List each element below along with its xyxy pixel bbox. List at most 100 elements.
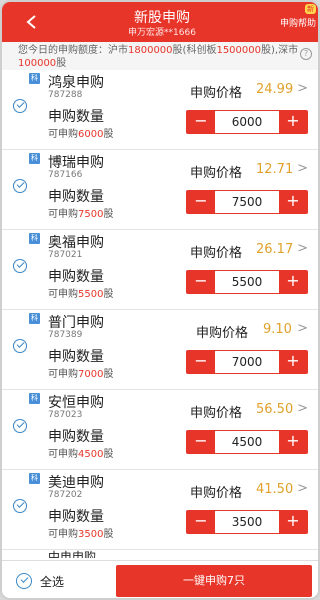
decrease-button[interactable]: −: [187, 511, 215, 533]
chevron-right-icon[interactable]: >: [297, 481, 308, 496]
quantity-stepper: − 3500 +: [186, 510, 308, 534]
decrease-button[interactable]: −: [187, 351, 215, 373]
sz-quota: 100000: [18, 58, 57, 69]
decrease-button[interactable]: −: [187, 431, 215, 453]
quota-text: 股),深市: [261, 45, 299, 56]
stock-name: 鸿泉申购: [48, 75, 104, 91]
avail-prefix: 可申购: [48, 529, 78, 540]
select-all-label[interactable]: 全选: [40, 573, 64, 590]
qty-label: 申购数量: [48, 509, 104, 525]
quantity-input[interactable]: 4500: [215, 431, 279, 453]
stock-name: 中电申购: [48, 550, 97, 558]
avail-prefix: 可申购: [48, 129, 78, 140]
one-click-subscribe-button[interactable]: 一键申购7只: [116, 565, 312, 597]
ipo-item-partial: 中电申购: [2, 550, 318, 560]
chevron-right-icon[interactable]: >: [297, 401, 308, 416]
qty-label: 申购数量: [48, 429, 104, 445]
stock-code: 787389: [48, 330, 83, 340]
stock-code: 787288: [48, 90, 83, 100]
price-value: 56.50: [256, 402, 294, 417]
avail-value: 7000: [78, 369, 104, 380]
avail-value: 3500: [78, 529, 104, 540]
stock-name: 美迪申购: [48, 475, 104, 491]
quantity-input[interactable]: 5500: [215, 271, 279, 293]
select-all-check-icon[interactable]: [16, 573, 32, 589]
available-qty: 可申购5500股: [48, 285, 113, 300]
item-checkbox-icon[interactable]: [13, 179, 27, 193]
chevron-right-icon[interactable]: >: [297, 161, 308, 176]
quantity-input[interactable]: 7000: [215, 351, 279, 373]
available-qty: 可申购7500股: [48, 205, 113, 220]
item-checkbox-icon[interactable]: [13, 339, 27, 353]
avail-value: 6000: [78, 129, 104, 140]
stock-name: 普门申购: [48, 315, 104, 331]
market-tag-icon: 科: [29, 473, 40, 484]
help-link[interactable]: 申购帮助: [280, 16, 316, 29]
decrease-button[interactable]: −: [187, 191, 215, 213]
price-label: 申购价格: [190, 166, 243, 181]
ipo-item: 科 博瑞申购 787166 申购价格 12.71 > 申购数量 可申购7500股…: [2, 150, 318, 230]
avail-prefix: 可申购: [48, 209, 78, 220]
ipo-item: 科 美迪申购 787202 申购价格 41.50 > 申购数量 可申购3500股…: [2, 470, 318, 550]
item-checkbox-icon[interactable]: [13, 259, 27, 273]
increase-button[interactable]: +: [279, 351, 307, 373]
ipo-list: 科 鸿泉申购 787288 申购价格 24.99 > 申购数量 可申购6000股…: [2, 70, 318, 560]
available-qty: 可申购7000股: [48, 365, 113, 380]
top-bar: 新股申购 申万宏源**1666 新 申购帮助: [2, 2, 318, 42]
sh-quota: 1800000: [128, 45, 173, 56]
item-checkbox-icon[interactable]: [13, 99, 27, 113]
app-screen: 新股申购 申万宏源**1666 新 申购帮助 您今日的申购额度：沪市180000…: [0, 0, 320, 600]
ipo-item: 科 普门申购 787389 申购价格 9.10 > 申购数量 可申购7000股 …: [2, 310, 318, 390]
price-label: 申购价格: [190, 86, 243, 101]
quantity-stepper: − 7000 +: [186, 350, 308, 374]
avail-value: 5500: [78, 289, 104, 300]
quantity-stepper: − 6000 +: [186, 110, 308, 134]
market-tag-icon: 科: [29, 313, 40, 324]
stock-code: 787021: [48, 250, 83, 260]
new-badge: 新: [305, 4, 316, 14]
available-qty: 可申购3500股: [48, 525, 113, 540]
item-checkbox-icon[interactable]: [13, 419, 27, 433]
price-value: 41.50: [256, 482, 294, 497]
market-tag-icon: 科: [29, 233, 40, 244]
quota-text: 股: [56, 58, 67, 69]
available-qty: 可申购4500股: [48, 445, 113, 460]
price-label: 申购价格: [190, 246, 243, 261]
price-label: 申购价格: [190, 406, 243, 421]
quantity-input[interactable]: 3500: [215, 511, 279, 533]
star-quota: 1500000: [216, 45, 261, 56]
avail-prefix: 可申购: [48, 289, 78, 300]
chevron-right-icon[interactable]: >: [297, 241, 308, 256]
price-value: 26.17: [256, 242, 294, 257]
quantity-stepper: − 4500 +: [186, 430, 308, 454]
avail-suffix: 股: [103, 369, 114, 380]
increase-button[interactable]: +: [279, 511, 307, 533]
decrease-button[interactable]: −: [187, 271, 215, 293]
item-checkbox-icon[interactable]: [13, 499, 27, 513]
market-tag-icon: 科: [29, 153, 40, 164]
chevron-right-icon[interactable]: >: [297, 81, 308, 96]
chevron-right-icon[interactable]: >: [297, 321, 308, 336]
avail-value: 7500: [78, 209, 104, 220]
increase-button[interactable]: +: [279, 111, 307, 133]
market-tag-icon: 科: [29, 393, 40, 404]
avail-suffix: 股: [103, 529, 114, 540]
increase-button[interactable]: +: [279, 191, 307, 213]
quantity-input[interactable]: 6000: [215, 111, 279, 133]
quantity-input[interactable]: 7500: [215, 191, 279, 213]
avail-suffix: 股: [103, 209, 114, 220]
question-icon[interactable]: ?: [300, 48, 312, 60]
market-tag-icon: 科: [29, 73, 40, 84]
price-label: 申购价格: [196, 326, 249, 341]
increase-button[interactable]: +: [279, 431, 307, 453]
decrease-button[interactable]: −: [187, 111, 215, 133]
qty-label: 申购数量: [48, 349, 104, 365]
avail-suffix: 股: [103, 129, 114, 140]
increase-button[interactable]: +: [279, 271, 307, 293]
stock-code: 787023: [48, 410, 83, 420]
avail-prefix: 可申购: [48, 449, 78, 460]
avail-suffix: 股: [103, 289, 114, 300]
account-subtitle: 申万宏源**1666: [128, 28, 196, 38]
ipo-item: 科 安恒申购 787023 申购价格 56.50 > 申购数量 可申购4500股…: [2, 390, 318, 470]
qty-label: 申购数量: [48, 269, 104, 285]
